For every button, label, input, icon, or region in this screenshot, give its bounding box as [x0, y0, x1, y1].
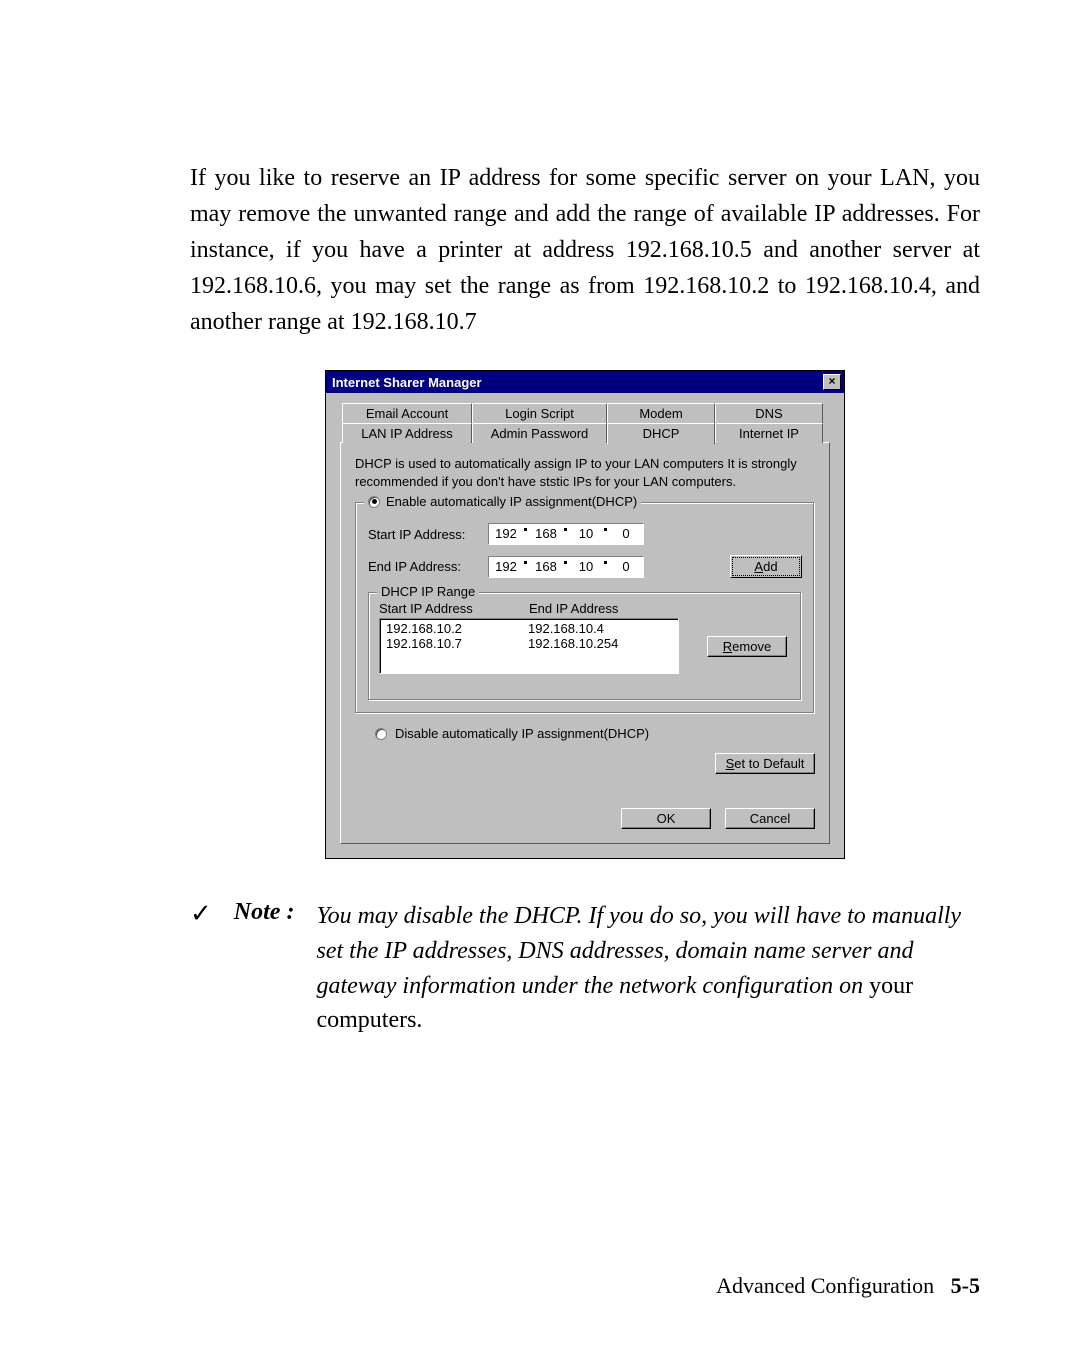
note-block: ✓ Note : You may disable the DHCP. If yo…: [190, 899, 980, 1038]
col-end-ip: End IP Address: [529, 601, 618, 616]
radio-enable-dhcp[interactable]: [368, 496, 380, 508]
note-text: You may disable the DHCP. If you do so, …: [316, 899, 980, 1038]
disable-dhcp-label: Disable automatically IP assignment(DHCP…: [395, 726, 649, 741]
end-ip-oct3[interactable]: 10: [569, 557, 603, 577]
add-button[interactable]: Add: [730, 555, 802, 578]
end-ip-input[interactable]: 192 168 10 0: [488, 556, 644, 578]
end-ip-oct1[interactable]: 192: [489, 557, 523, 577]
tab-admin-password[interactable]: Admin Password: [472, 423, 607, 443]
dhcp-range-label: DHCP IP Range: [377, 584, 479, 599]
start-ip-oct1[interactable]: 192: [489, 524, 523, 544]
page-footer: Advanced Configuration 5-5: [716, 1273, 980, 1299]
dialog-window: Internet Sharer Manager × Email Account …: [325, 370, 845, 859]
tab-strip: Email Account Login Script Modem DNS LAN…: [340, 403, 830, 844]
col-start-ip: Start IP Address: [379, 601, 529, 616]
start-ip-oct2[interactable]: 168: [529, 524, 563, 544]
start-ip-input[interactable]: 192 168 10 0: [488, 523, 644, 545]
tab-dhcp[interactable]: DHCP: [607, 423, 715, 444]
dhcp-description: DHCP is used to automatically assign IP …: [355, 455, 815, 490]
dhcp-range-group: DHCP IP Range Start IP Address End IP Ad…: [368, 592, 802, 701]
tab-internet-ip[interactable]: Internet IP: [715, 423, 823, 443]
remove-button[interactable]: Remove: [707, 636, 787, 657]
list-item[interactable]: 192.168.10.2 192.168.10.4: [386, 621, 672, 636]
intro-paragraph: If you like to reserve an IP address for…: [190, 160, 980, 340]
list-item[interactable]: 192.168.10.7 192.168.10.254: [386, 636, 672, 651]
ok-button[interactable]: OK: [621, 808, 711, 829]
window-title: Internet Sharer Manager: [332, 375, 482, 390]
end-ip-oct4[interactable]: 0: [609, 557, 643, 577]
enable-dhcp-label: Enable automatically IP assignment(DHCP): [386, 494, 637, 509]
tab-email-account[interactable]: Email Account: [342, 403, 472, 423]
start-ip-label: Start IP Address:: [368, 527, 488, 542]
radio-disable-dhcp[interactable]: [375, 728, 387, 740]
tab-lan-ip[interactable]: LAN IP Address: [342, 423, 472, 443]
tab-panel-dhcp: DHCP is used to automatically assign IP …: [340, 442, 830, 844]
tab-dns[interactable]: DNS: [715, 403, 823, 423]
enable-dhcp-group: Enable automatically IP assignment(DHCP)…: [355, 502, 815, 714]
close-icon[interactable]: ×: [823, 374, 841, 390]
set-default-button[interactable]: Set to Default: [715, 753, 815, 774]
note-label: Note :: [234, 899, 295, 926]
titlebar: Internet Sharer Manager ×: [326, 371, 844, 393]
start-ip-oct3[interactable]: 10: [569, 524, 603, 544]
range-listbox[interactable]: 192.168.10.2 192.168.10.4 192.168.10.7 1…: [379, 618, 679, 674]
start-ip-oct4[interactable]: 0: [609, 524, 643, 544]
checkmark-icon: ✓: [190, 901, 212, 927]
tab-modem[interactable]: Modem: [607, 403, 715, 423]
end-ip-oct2[interactable]: 168: [529, 557, 563, 577]
tab-login-script[interactable]: Login Script: [472, 403, 607, 423]
end-ip-label: End IP Address:: [368, 559, 488, 574]
cancel-button[interactable]: Cancel: [725, 808, 815, 829]
